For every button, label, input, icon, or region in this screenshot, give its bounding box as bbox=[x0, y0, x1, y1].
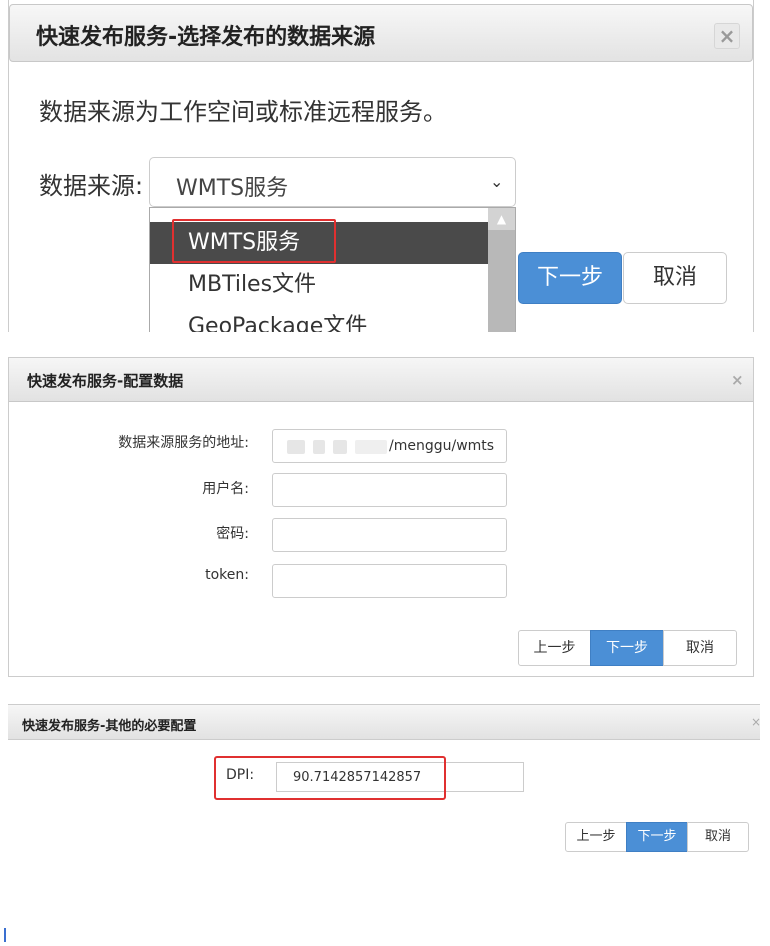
redacted-text bbox=[313, 440, 325, 454]
dialog-header: 快速发布服务-其他的必要配置 × bbox=[8, 704, 761, 740]
publish-extra-config-dialog: 快速发布服务-其他的必要配置 × DPI: 90.7142857142857 上… bbox=[8, 700, 762, 860]
highlight-box bbox=[172, 219, 336, 263]
url-input[interactable]: /menggu/wmts bbox=[272, 429, 507, 463]
chevron-down-icon: ⌄ bbox=[490, 172, 504, 191]
source-select[interactable]: WMTS服务 ⌄ bbox=[149, 157, 516, 207]
redacted-text bbox=[333, 440, 347, 454]
description-text: 数据来源为工作空间或标准远程服务。 bbox=[39, 98, 447, 126]
dialog-title: 快速发布服务-其他的必要配置 bbox=[22, 719, 197, 734]
scroll-up-icon[interactable]: ▲ bbox=[488, 208, 515, 230]
next-button[interactable]: 下一步 bbox=[590, 630, 664, 666]
prev-button[interactable]: 上一步 bbox=[565, 822, 627, 852]
source-dropdown-list: WMTS服务 MBTiles文件 GeoPackage文件 ▲ bbox=[149, 207, 516, 332]
text-caret bbox=[4, 928, 6, 942]
username-label: 用户名: bbox=[202, 481, 249, 497]
highlight-box bbox=[214, 756, 446, 800]
password-label: 密码: bbox=[216, 526, 249, 542]
close-icon[interactable]: × bbox=[751, 715, 761, 729]
source-select-value: WMTS服务 bbox=[176, 176, 289, 201]
dialog-title: 快速发布服务-选择发布的数据来源 bbox=[36, 25, 376, 50]
url-value: /menggu/wmts bbox=[389, 438, 495, 454]
token-label: token: bbox=[205, 567, 249, 583]
dialog-header: 快速发布服务-选择发布的数据来源 × bbox=[9, 4, 753, 62]
next-button[interactable]: 下一步 bbox=[518, 252, 622, 304]
token-input[interactable] bbox=[272, 564, 507, 598]
cancel-button[interactable]: 取消 bbox=[663, 630, 737, 666]
password-input[interactable] bbox=[272, 518, 507, 552]
prev-button[interactable]: 上一步 bbox=[518, 630, 591, 666]
close-icon[interactable]: × bbox=[714, 23, 740, 49]
dialog-header: 快速发布服务-配置数据 × bbox=[9, 358, 753, 402]
option-geopackage[interactable]: GeoPackage文件 bbox=[150, 306, 488, 332]
option-mbtiles[interactable]: MBTiles文件 bbox=[150, 264, 488, 306]
close-icon[interactable]: × bbox=[731, 371, 744, 389]
dialog-title: 快速发布服务-配置数据 bbox=[27, 372, 184, 390]
source-label: 数据来源: bbox=[39, 172, 144, 200]
redacted-text bbox=[287, 440, 305, 454]
publish-config-dialog: 快速发布服务-配置数据 × 数据来源服务的地址: /menggu/wmts 用户… bbox=[8, 357, 754, 677]
next-button[interactable]: 下一步 bbox=[626, 822, 688, 852]
redacted-text bbox=[355, 440, 387, 454]
username-input[interactable] bbox=[272, 473, 507, 507]
publish-source-dialog: 快速发布服务-选择发布的数据来源 × 数据来源为工作空间或标准远程服务。 数据来… bbox=[8, 0, 754, 332]
cancel-button[interactable]: 取消 bbox=[623, 252, 727, 304]
url-label: 数据来源服务的地址: bbox=[118, 435, 249, 451]
cancel-button[interactable]: 取消 bbox=[687, 822, 749, 852]
